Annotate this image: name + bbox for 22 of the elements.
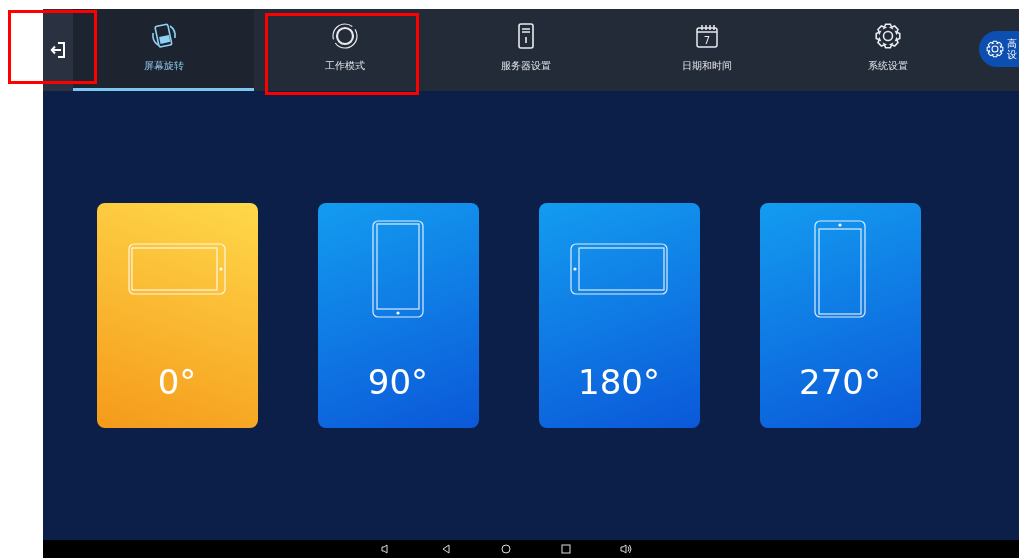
advanced-settings-button[interactable]: 高 设 [979,31,1019,67]
tab[interactable]: 工作模式 [254,9,435,91]
back-icon[interactable] [440,543,452,555]
tab[interactable]: 7 日期和时间 [616,9,797,91]
exit-icon [50,41,66,59]
ring-icon [329,21,360,51]
landscape-tablet-icon [128,242,226,295]
volume-up-icon [620,543,632,555]
tab[interactable]: 服务器设置 [435,9,616,91]
tab[interactable]: 系统设置 [797,9,978,91]
recents-icon[interactable] [560,543,572,555]
tab[interactable]: 屏幕旋转 [73,9,254,91]
rotation-card[interactable]: 180° [538,203,700,428]
rotation-card[interactable]: 270° [759,203,921,428]
portrait-tablet-icon [814,219,866,318]
exit-button[interactable] [43,9,73,91]
gear-icon [985,39,1005,59]
rotation-card[interactable]: 90° [317,203,479,428]
portrait-tablet-icon [372,219,424,318]
landscape-tablet-icon [570,242,668,295]
gear-icon [872,21,903,51]
home-icon[interactable] [500,543,512,555]
